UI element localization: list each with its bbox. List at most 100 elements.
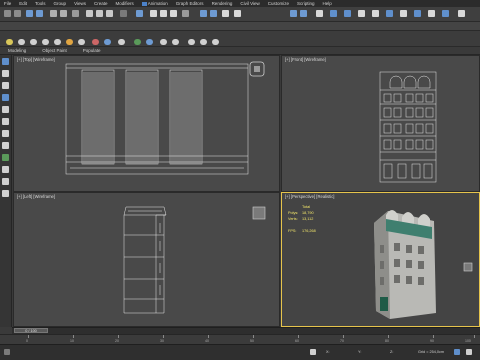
freeform-icon[interactable] [2, 166, 9, 173]
perspective-viewcube-icon [463, 262, 473, 272]
snap-toggle-icon[interactable] [150, 10, 157, 17]
ribbon-system-icon[interactable] [146, 39, 153, 45]
menu-group[interactable]: Group [50, 1, 71, 6]
render-setup-icon[interactable] [330, 10, 337, 17]
menu-edit[interactable]: Edit [15, 1, 31, 6]
ribbon-box-icon[interactable] [18, 39, 25, 45]
viewport-top[interactable]: [+] [Top] [Wireframe] [13, 55, 280, 192]
rendered-frame-icon[interactable] [344, 10, 351, 17]
app-window: File Edit Tools Group Views Create Modif… [0, 0, 480, 360]
loop-icon[interactable] [2, 178, 9, 185]
scale-icon[interactable] [106, 10, 113, 17]
align-icon[interactable] [210, 10, 217, 17]
mirror-icon[interactable] [200, 10, 207, 17]
angle-snap-icon[interactable] [160, 10, 167, 17]
ruler-tick [73, 335, 74, 338]
zoom-extents-icon[interactable] [466, 349, 472, 355]
viewport-front[interactable]: [+] [Front] [Wireframe] [281, 55, 480, 192]
building-model [374, 210, 473, 319]
select-by-name-icon[interactable] [60, 10, 67, 17]
ribbon-teapot-icon[interactable] [54, 39, 61, 45]
layer-explorer-icon[interactable] [222, 10, 229, 17]
motion-panel-icon[interactable] [2, 94, 9, 101]
modify-panel-icon[interactable] [2, 70, 9, 77]
reference-coord-icon[interactable] [120, 10, 127, 17]
ribbon-helper-icon[interactable] [118, 39, 125, 45]
time-slider[interactable]: 0 / 100 [14, 328, 48, 333]
ruler-label: 50 [250, 339, 254, 343]
schematic-view-icon[interactable] [300, 10, 307, 17]
menu-rendering[interactable]: Rendering [208, 1, 237, 6]
menu-scripting[interactable]: Scripting [293, 1, 319, 6]
graphite-ribbon-icon[interactable] [234, 10, 241, 17]
paint-icon[interactable] [2, 154, 9, 161]
ribbon-patch-icon[interactable] [200, 39, 207, 45]
ribbon-torus-icon[interactable] [42, 39, 49, 45]
pivot-icon[interactable] [136, 10, 143, 17]
play-animation-icon[interactable] [454, 349, 460, 355]
lock-selection-icon[interactable] [310, 349, 316, 355]
hierarchy-panel-icon[interactable] [2, 82, 9, 89]
named-selection-icon[interactable] [182, 10, 189, 17]
render-production-icon[interactable] [358, 10, 365, 17]
undo-icon[interactable] [4, 10, 11, 17]
toolbar-overflow-icon[interactable] [458, 10, 465, 17]
ruler-label: 100 [465, 339, 471, 343]
rotate-icon[interactable] [96, 10, 103, 17]
ribbon-nurbs-icon[interactable] [212, 39, 219, 45]
menu-civil-view[interactable]: Civil View [236, 1, 263, 6]
ribbon-light-icon[interactable] [92, 39, 99, 45]
render-cloud-icon[interactable] [386, 10, 393, 17]
tab-object-paint[interactable]: Object Paint [34, 48, 75, 53]
menu-customize[interactable]: Customize [264, 1, 293, 6]
percent-snap-icon[interactable] [170, 10, 177, 17]
tab-populate[interactable]: Populate [75, 48, 109, 53]
ruler-label: 10 [70, 339, 74, 343]
grid-icon[interactable] [2, 190, 9, 197]
maxscript-listener-icon[interactable] [4, 349, 10, 355]
ribbon-cylinder-icon[interactable] [30, 39, 37, 45]
viewport-left[interactable]: [+] [Left] [Wireframe] [13, 192, 280, 327]
curve-editor-icon[interactable] [290, 10, 297, 17]
display-panel-icon[interactable] [2, 106, 9, 113]
menu-tools[interactable]: Tools [31, 1, 50, 6]
unlink-icon[interactable] [36, 10, 43, 17]
menu-help[interactable]: Help [319, 1, 336, 6]
a360-icon[interactable] [442, 10, 449, 17]
ribbon-cone-icon[interactable] [66, 39, 73, 45]
viewport-perspective[interactable]: [+] [Perspective] [Realistic] Total Poly… [281, 192, 480, 327]
menu-file[interactable]: File [0, 1, 15, 6]
move-icon[interactable] [86, 10, 93, 17]
brush-icon[interactable] [2, 130, 9, 137]
ruler-label: 30 [160, 339, 164, 343]
ruler-tick [388, 335, 389, 338]
menu-create[interactable]: Create [90, 1, 112, 6]
ribbon-space-warp-icon[interactable] [134, 39, 141, 45]
environment-icon[interactable] [400, 10, 407, 17]
menu-modifiers[interactable]: Modifiers [112, 1, 138, 6]
redo-icon[interactable] [14, 10, 21, 17]
render-iterative-icon[interactable] [372, 10, 379, 17]
menu-animation[interactable]: Animation [138, 1, 172, 6]
tab-modeling[interactable]: Modeling [0, 48, 34, 53]
menu-graph-editors[interactable]: Graph Editors [172, 1, 208, 6]
render-message-icon[interactable] [428, 10, 435, 17]
create-panel-icon[interactable] [2, 58, 9, 65]
select-link-icon[interactable] [26, 10, 33, 17]
effects-icon[interactable] [414, 10, 421, 17]
time-track[interactable] [12, 327, 480, 334]
ribbon-plane-icon[interactable] [78, 39, 85, 45]
utilities-panel-icon[interactable] [2, 118, 9, 125]
ribbon-shape-icon[interactable] [160, 39, 167, 45]
select-object-icon[interactable] [50, 10, 57, 17]
ribbon-particles-icon[interactable] [188, 39, 195, 45]
ribbon-camera-icon[interactable] [104, 39, 111, 45]
region-select-icon[interactable] [72, 10, 79, 17]
coord-y-label: Y: [358, 350, 362, 354]
ruler-label: 90 [430, 339, 434, 343]
ribbon-sphere-icon[interactable] [6, 39, 13, 45]
ribbon-compound-icon[interactable] [172, 39, 179, 45]
menu-views[interactable]: Views [70, 1, 90, 6]
lasso-icon[interactable] [2, 142, 9, 149]
material-editor-icon[interactable] [316, 10, 323, 17]
